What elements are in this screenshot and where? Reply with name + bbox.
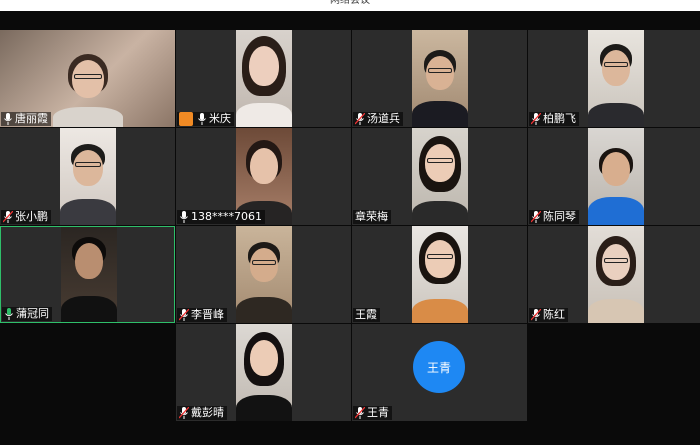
participant-tile[interactable]: 唐丽霞 xyxy=(0,30,175,127)
participant-tile[interactable]: 李晋峰 xyxy=(176,226,351,323)
video-feed xyxy=(588,30,644,127)
participant-name: 唐丽霞 xyxy=(15,112,48,125)
participant-name-bar: 汤道兵 xyxy=(353,112,403,126)
participant-tile[interactable]: 戴彭晴 xyxy=(176,324,351,421)
microphone-muted-icon xyxy=(531,113,541,125)
microphone-muted-icon xyxy=(3,211,13,223)
video-grid: 唐丽霞 米庆 汤道兵 柏鹏飞 张小鹏 138****7061 章荣梅 陈同琴 蒲… xyxy=(0,11,700,445)
video-feed xyxy=(412,30,468,127)
participant-name: 章荣梅 xyxy=(355,210,388,223)
participant-tile[interactable]: 章荣梅 xyxy=(352,128,527,225)
participant-tile[interactable]: 138****7061 xyxy=(176,128,351,225)
video-feed xyxy=(236,30,292,127)
participant-name-bar: 李晋峰 xyxy=(177,308,227,322)
window-title: 网络会议 xyxy=(330,0,370,6)
microphone-icon xyxy=(180,211,188,223)
participant-name: 米庆 xyxy=(209,112,231,125)
participant-name: 陈红 xyxy=(543,308,565,321)
participant-tile-active-speaker[interactable]: 蒲冠同 xyxy=(0,226,175,323)
participant-name-bar: 柏鹏飞 xyxy=(529,112,579,126)
participant-name-bar: 王青 xyxy=(353,406,392,420)
participant-tile[interactable]: 米庆 xyxy=(176,30,351,127)
participant-name-bar: 王霞 xyxy=(353,308,380,322)
video-feed xyxy=(60,128,116,225)
video-feed xyxy=(588,226,644,323)
participant-tile[interactable]: 陈红 xyxy=(528,226,700,323)
microphone-muted-icon xyxy=(355,407,365,419)
participant-name: 柏鹏飞 xyxy=(543,112,576,125)
microphone-muted-icon xyxy=(531,211,541,223)
participant-avatar: 王青 xyxy=(413,341,465,393)
participant-name: 汤道兵 xyxy=(367,112,400,125)
participant-name-bar: 蒲冠同 xyxy=(2,307,52,321)
participant-name-bar: 陈红 xyxy=(529,308,568,322)
participant-name-bar: 138****7061 xyxy=(177,210,265,224)
participant-name-bar: 唐丽霞 xyxy=(1,112,51,126)
participant-name: 138****7061 xyxy=(191,210,262,223)
microphone-muted-icon xyxy=(179,407,189,419)
video-feed xyxy=(236,324,292,421)
participant-name-bar: 陈同琴 xyxy=(529,210,579,224)
participant-name: 李晋峰 xyxy=(191,308,224,321)
participant-name: 张小鹏 xyxy=(15,210,48,223)
microphone-muted-icon xyxy=(179,309,189,321)
participant-name-bar: 米庆 xyxy=(177,112,234,126)
participant-name: 蒲冠同 xyxy=(16,307,49,320)
participant-name: 陈同琴 xyxy=(543,210,576,223)
participant-tile[interactable]: 汤道兵 xyxy=(352,30,527,127)
window-titlebar: 网络会议 xyxy=(0,0,700,11)
participant-tile[interactable]: 陈同琴 xyxy=(528,128,700,225)
host-badge-icon xyxy=(179,112,193,126)
participant-name: 王青 xyxy=(367,406,389,419)
video-feed xyxy=(236,226,292,323)
microphone-icon xyxy=(4,113,12,125)
microphone-active-icon xyxy=(5,308,13,320)
video-feed xyxy=(61,227,117,322)
participant-tile[interactable]: 王霞 xyxy=(352,226,527,323)
video-feed xyxy=(412,128,468,225)
participant-name-bar: 戴彭晴 xyxy=(177,406,227,420)
participant-name-bar: 张小鹏 xyxy=(1,210,51,224)
participant-tile[interactable]: 柏鹏飞 xyxy=(528,30,700,127)
video-feed xyxy=(412,226,468,323)
microphone-icon xyxy=(198,113,206,125)
participant-name: 王霞 xyxy=(355,308,377,321)
video-feed xyxy=(588,128,644,225)
participant-name: 戴彭晴 xyxy=(191,406,224,419)
participant-tile[interactable]: 张小鹏 xyxy=(0,128,175,225)
microphone-muted-icon xyxy=(355,113,365,125)
microphone-muted-icon xyxy=(531,309,541,321)
participant-name-bar: 章荣梅 xyxy=(353,210,391,224)
